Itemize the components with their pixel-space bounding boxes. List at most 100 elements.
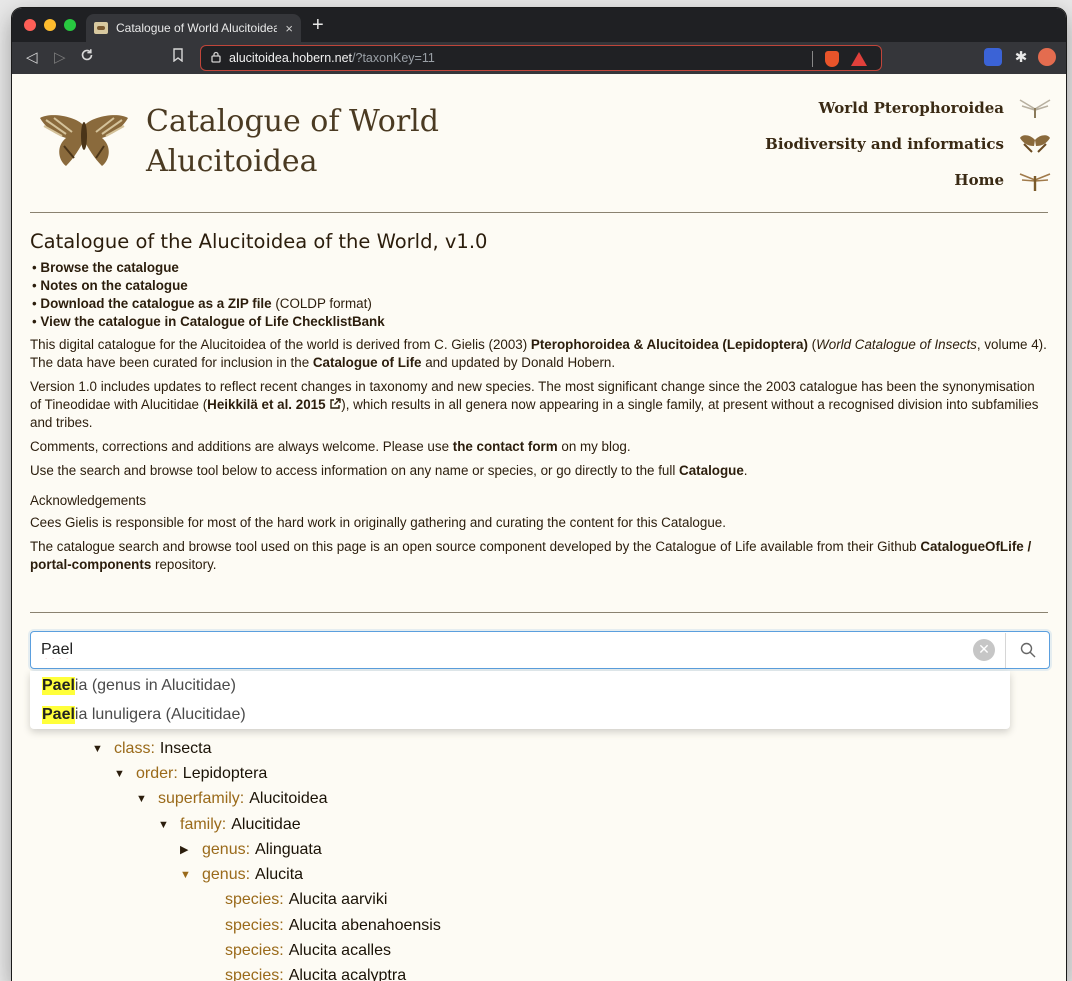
tree-node[interactable]: ▼ class: Insecta	[92, 736, 212, 761]
full-catalogue-link[interactable]: Catalogue	[679, 463, 744, 478]
series-title: World Catalogue of Insects	[816, 337, 977, 352]
tree-node[interactable]: ▼ genus: Alucita	[180, 863, 303, 888]
tree-node[interactable]: species: Alucita aarviki	[225, 888, 387, 913]
text: repository.	[151, 557, 217, 572]
comments-paragraph: Comments, corrections and additions are …	[30, 438, 1048, 456]
browser-toolbar: ◁ ▷ alucitoidea.hobern.net/?taxonKey=11 …	[12, 42, 1066, 74]
match-highlight: Pael	[42, 676, 75, 695]
gielis-reference-link[interactable]: Pterophoroidea & Alucitoidea (Lepidopter…	[531, 337, 808, 352]
tree-node-name[interactable]: Alucitoidea	[249, 790, 327, 808]
text: (	[807, 337, 817, 352]
address-bar[interactable]: alucitoidea.hobern.net/?taxonKey=11	[200, 45, 882, 71]
ack-paragraph-1: Cees Gielis is responsible for most of t…	[30, 515, 726, 530]
list-item: Browse the catalogue	[30, 259, 1048, 277]
tree-node-name[interactable]: Alinguata	[255, 841, 322, 859]
moth-favicon-icon	[94, 22, 108, 34]
tree-node-rank: genus:	[202, 866, 251, 884]
tree-node-name[interactable]: Insecta	[160, 740, 212, 758]
browser-tab[interactable]: Catalogue of World Alucitoidea ×	[86, 14, 301, 42]
tree-node[interactable]: species: Alucita acalles	[225, 938, 391, 963]
site-title[interactable]: Catalogue of World Alucitoidea	[146, 102, 446, 182]
main-content: Catalogue of the Alucitoidea of the Worl…	[12, 230, 1066, 574]
search-button[interactable]	[1005, 632, 1049, 668]
taxon-search: ✕ Paelia (genus in Alucitidae) Paelia lu…	[30, 631, 1050, 729]
version-paragraph: Version 1.0 includes updates to reflect …	[30, 378, 1048, 432]
nav-link-label: Biodiversity and informatics	[765, 135, 1004, 153]
browse-catalogue-link[interactable]: Browse the catalogue	[40, 260, 178, 275]
forward-icon[interactable]: ▷	[54, 48, 66, 66]
page-title: Catalogue of the Alucitoidea of the Worl…	[30, 230, 488, 253]
clear-search-icon[interactable]: ✕	[973, 639, 995, 661]
tree-node-rank: superfamily:	[158, 790, 245, 808]
tree-node[interactable]: ▼ superfamily: Alucitoidea	[136, 787, 328, 812]
search-help-paragraph: Use the search and browse tool below to …	[30, 462, 1048, 480]
tree-node-name[interactable]: Alucita aarviki	[289, 891, 388, 909]
tree-node-name[interactable]: Alucita abenahoensis	[289, 917, 441, 935]
catalogue-links: Browse the catalogue Notes on the catalo…	[30, 259, 1048, 331]
heikkila-link[interactable]: Heikkilä et al. 2015	[207, 397, 341, 412]
tree-node-rank: family:	[180, 815, 227, 833]
text: The catalogue search and browse tool use…	[30, 539, 921, 554]
url-path: /?taxonKey=11	[352, 51, 435, 65]
profile-avatar-icon[interactable]	[1038, 48, 1056, 66]
suggestion-item[interactable]: Pael ia (genus in Alucitidae)	[30, 671, 1010, 700]
nav-link-home[interactable]: Home	[765, 162, 1052, 198]
search-input[interactable]	[31, 633, 973, 667]
caret-down-icon[interactable]: ▼	[158, 819, 172, 831]
download-zip-link[interactable]: Download the catalogue as a ZIP file	[40, 296, 271, 311]
tree-node-rank: class:	[114, 739, 155, 757]
reload-icon[interactable]	[80, 48, 94, 66]
site-header: Catalogue of World Alucitoidea World Pte…	[12, 74, 1066, 212]
caret-right-icon[interactable]: ▶	[180, 843, 194, 856]
list-item: Download the catalogue as a ZIP file (CO…	[30, 295, 1048, 313]
checklistbank-link[interactable]: View the catalogue in Catalogue of Life …	[40, 314, 384, 329]
notes-link[interactable]: Notes on the catalogue	[40, 278, 187, 293]
nav-link-label: World Pterophoroidea	[818, 99, 1004, 117]
caret-down-icon[interactable]: ▼	[114, 768, 128, 780]
tree-node-rank: genus:	[202, 840, 251, 858]
tree-node-name[interactable]: Alucita	[255, 866, 303, 884]
plume-moth-icon	[1019, 99, 1051, 118]
tree-node-name[interactable]: Alucitidae	[231, 816, 300, 834]
divider	[812, 51, 813, 67]
caret-down-icon[interactable]: ▼	[92, 743, 106, 755]
tab-close-icon[interactable]: ×	[285, 21, 293, 36]
tree-node[interactable]: species: Alucita acalyptra	[225, 964, 406, 981]
nav-link-world-pterophoroidea[interactable]: World Pterophoroidea	[765, 90, 1052, 126]
minimize-window-button[interactable]	[44, 19, 56, 31]
suggestion-text: ia (genus in Alucitidae)	[74, 676, 236, 694]
zoom-window-button[interactable]	[64, 19, 76, 31]
brave-shield-icon[interactable]	[825, 51, 839, 67]
suggestion-item[interactable]: Pael ia lunuligera (Alucitidae)	[30, 700, 1010, 729]
moth-logo-icon[interactable]	[36, 112, 132, 168]
new-tab-button[interactable]: +	[312, 14, 324, 37]
browser-window: Catalogue of World Alucitoidea × + ◁ ▷ a…	[12, 8, 1066, 981]
tree-node-name[interactable]: Alucita acalles	[289, 942, 391, 960]
tree-node[interactable]: ▼ family: Alucitidae	[158, 812, 301, 837]
tab-bar: Catalogue of World Alucitoidea × +	[12, 8, 1066, 42]
tree-node[interactable]: ▼ order: Lepidoptera	[114, 761, 267, 786]
lock-icon	[211, 51, 221, 66]
window-controls	[24, 19, 76, 31]
extensions-puzzle-icon[interactable]: ✱	[1012, 48, 1030, 66]
contact-form-link[interactable]: the contact form	[453, 439, 558, 454]
caret-down-icon[interactable]: ▼	[136, 793, 150, 805]
text: .	[743, 463, 748, 478]
ack-paragraph-2: The catalogue search and browse tool use…	[30, 538, 1048, 574]
nav-link-biodiversity-informatics[interactable]: Biodiversity and informatics	[765, 126, 1052, 162]
page: Catalogue of World Alucitoidea World Pte…	[12, 74, 1066, 981]
tree-node-name[interactable]: Alucita acalyptra	[289, 967, 406, 981]
bitwarden-extension-icon[interactable]	[984, 48, 1002, 66]
back-icon[interactable]: ◁	[26, 48, 38, 66]
tree-node-name[interactable]: Lepidoptera	[183, 765, 268, 783]
tree-node[interactable]: species: Alucita abenahoensis	[225, 913, 441, 938]
brave-rewards-icon[interactable]	[851, 52, 867, 66]
caret-down-icon[interactable]: ▼	[180, 869, 194, 881]
bookmark-icon[interactable]	[172, 48, 184, 66]
catalogue-of-life-link[interactable]: Catalogue of Life	[313, 355, 422, 370]
search-box: ✕	[30, 631, 1050, 669]
close-window-button[interactable]	[24, 19, 36, 31]
search-divider	[30, 612, 1048, 613]
tree-node[interactable]: ▶ genus: Alinguata	[180, 837, 322, 862]
text: on my blog.	[557, 439, 631, 454]
